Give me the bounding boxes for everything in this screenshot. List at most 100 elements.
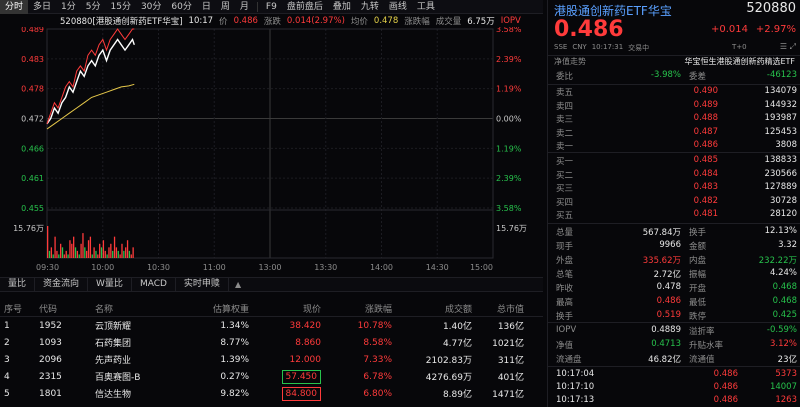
order-volume: 125453 xyxy=(764,126,797,137)
period-tab-4[interactable]: 15分 xyxy=(106,0,136,14)
order-row[interactable]: 买二 0.484 230566 xyxy=(548,169,800,182)
order-price: 0.490 xyxy=(693,86,718,96)
info-price-label: 价 xyxy=(219,17,228,27)
table-row[interactable]: 3 2096 先声药业 1.39% 12.000 7.33% 2102.83万 311亿 xyxy=(0,351,543,368)
order-row[interactable]: 卖三 0.488 193987 xyxy=(548,113,800,126)
volume-bar xyxy=(95,250,97,258)
stat-row: 昨收 0.478 开盘 0.468 xyxy=(548,282,800,295)
quote-meta: SSE CNY 10:17:31 交易中 xyxy=(554,43,649,53)
price-tick-label: 0.472 xyxy=(21,115,44,124)
period-tab-5[interactable]: 30分 xyxy=(136,0,166,14)
indicator-tab-0[interactable]: 量比 xyxy=(0,277,36,292)
cell-pct: 7.33% xyxy=(363,354,392,365)
menu-icon[interactable]: ☰ xyxy=(780,42,787,51)
col-price[interactable]: 现价 xyxy=(249,302,324,315)
cell-code: 2315 xyxy=(39,371,62,382)
indicator-tab-1[interactable]: 资金流向 xyxy=(35,277,89,292)
col-idx[interactable]: 序号 xyxy=(0,302,35,315)
order-volume: 144932 xyxy=(764,99,797,110)
period-tab-15[interactable]: 工具 xyxy=(412,0,440,14)
nav-trend-label[interactable]: 净值走势 xyxy=(554,56,586,67)
info-change: 0.014(2.97%) xyxy=(286,16,345,26)
cell-weight: 1.39% xyxy=(220,354,249,365)
time-tick-label: 14:00 xyxy=(370,263,393,272)
period-tab-8[interactable]: 周 xyxy=(216,0,235,14)
col-amount[interactable]: 成交额 xyxy=(392,302,472,315)
stat-label: 开盘 xyxy=(689,284,707,294)
order-row[interactable]: 买四 0.482 30728 xyxy=(548,196,800,209)
tick-time: 10:17:10 xyxy=(556,382,595,392)
period-tab-11[interactable]: 盘前盘后 xyxy=(282,0,328,14)
order-row[interactable]: 卖五 0.490 134079 xyxy=(548,86,800,99)
time-tick-label: 09:30 xyxy=(36,263,59,272)
order-volume: 30728 xyxy=(769,195,797,206)
cell-pct: 8.58% xyxy=(363,337,392,348)
period-tab-7[interactable]: 日 xyxy=(197,0,216,14)
cell-price: 12.000 xyxy=(289,354,322,365)
stat-value: 9966 xyxy=(659,240,681,250)
period-tab-2[interactable]: 1分 xyxy=(56,0,81,14)
cell-price: 8.860 xyxy=(295,337,321,348)
order-level: 卖三 xyxy=(556,115,574,125)
col-name[interactable]: 名称 xyxy=(95,302,205,315)
col-code[interactable]: 代码 xyxy=(35,302,95,315)
order-row[interactable]: 买三 0.483 127889 xyxy=(548,182,800,195)
period-tab-14[interactable]: 画线 xyxy=(384,0,412,14)
table-row[interactable]: 2 1093 石药集团 8.77% 8.860 8.58% 4.77亿 1021亿 xyxy=(0,334,543,351)
tick-volume: 5373 xyxy=(775,369,797,379)
col-weight[interactable]: 估算权重 xyxy=(205,302,249,315)
cell-amount: 1.40亿 xyxy=(442,322,472,332)
info-iopv-label: IOPV xyxy=(500,16,521,26)
cell-name: 石药集团 xyxy=(95,339,132,349)
tick-price: 0.486 xyxy=(713,395,738,405)
stat-row: IOPV 0.4889 溢折率 -0.59% xyxy=(548,325,800,338)
time-tick-label: 14:30 xyxy=(426,263,449,272)
period-tab-12[interactable]: 叠加 xyxy=(328,0,356,14)
expand-icon[interactable]: ⤢ xyxy=(790,42,796,51)
period-tab-0[interactable]: 分时 xyxy=(0,0,29,14)
period-tab-10[interactable]: F9 xyxy=(261,0,282,14)
order-level: 买二 xyxy=(556,170,574,181)
order-volume: 127889 xyxy=(764,182,797,192)
table-row[interactable]: 5 1801 信达生物 9.82% 84.800 6.80% 8.89亿 1471亿 xyxy=(0,385,543,402)
period-tab-9[interactable]: 月 xyxy=(235,0,254,14)
indicator-tab-3[interactable]: MACD xyxy=(132,277,176,292)
tabs-collapse-icon[interactable]: ▲ xyxy=(235,280,241,289)
intraday-chart[interactable]: 0.489 3.58% 0.483 2.39% 0.478 1.19% 0.472 0.00%… xyxy=(0,27,543,274)
period-tab-3[interactable]: 5分 xyxy=(81,0,106,14)
info-avg: 0.478 xyxy=(373,16,399,26)
table-row[interactable]: 1 1952 云顶新耀 1.34% 38.420 10.78% 1.40亿 136亿 xyxy=(0,317,543,334)
order-price: 0.485 xyxy=(693,155,718,165)
indicator-tab-4[interactable]: 实时申赎 xyxy=(176,277,229,292)
period-tab-6[interactable]: 60分 xyxy=(166,0,196,14)
stat-value: 0.4889 xyxy=(651,325,681,335)
indicator-tab-2[interactable]: W量比 xyxy=(88,277,132,292)
order-price: 0.489 xyxy=(693,99,718,110)
order-row[interactable]: 卖四 0.489 144932 xyxy=(548,100,800,113)
col-cap[interactable]: 总市值 xyxy=(472,302,538,315)
price-tick-label: 0.489 xyxy=(21,27,44,34)
stat-label: 最高 xyxy=(556,298,574,308)
order-row[interactable]: 买五 0.481 28120 xyxy=(548,209,800,222)
order-row[interactable]: 买一 0.485 138833 xyxy=(548,155,800,168)
order-row[interactable]: 卖二 0.487 125453 xyxy=(548,127,800,140)
stat-value: 4.24% xyxy=(769,268,797,278)
volume-bar xyxy=(117,250,119,258)
price-box: 84.800 xyxy=(281,386,321,401)
table-row[interactable]: 4 2315 百奥赛图-B 0.27% 57.450 6.78% 4276.69万 401亿 xyxy=(0,368,543,385)
pct-tick-label: 2.39% xyxy=(496,174,522,183)
period-tab-13[interactable]: 九转 xyxy=(356,0,384,14)
stat-row: 外盘 335.62万 内盘 232.22万 xyxy=(548,254,800,267)
volume-bar xyxy=(132,247,134,258)
col-pct[interactable]: 涨跌幅 xyxy=(324,302,392,315)
table-header: 序号 代码 名称 估算权重 现价 涨跌幅 成交额 总市值 xyxy=(0,301,543,317)
volume-bar xyxy=(89,236,92,258)
stat-value: -0.59% xyxy=(766,325,797,335)
volume-bar xyxy=(52,254,54,258)
period-tab-1[interactable]: 多日 xyxy=(28,0,56,14)
time-tick-label: 11:00 xyxy=(203,263,226,272)
volume-bar xyxy=(82,233,84,258)
tick-time: 10:17:04 xyxy=(556,369,595,379)
order-level: 买五 xyxy=(556,211,574,221)
volume-bar xyxy=(99,243,101,258)
